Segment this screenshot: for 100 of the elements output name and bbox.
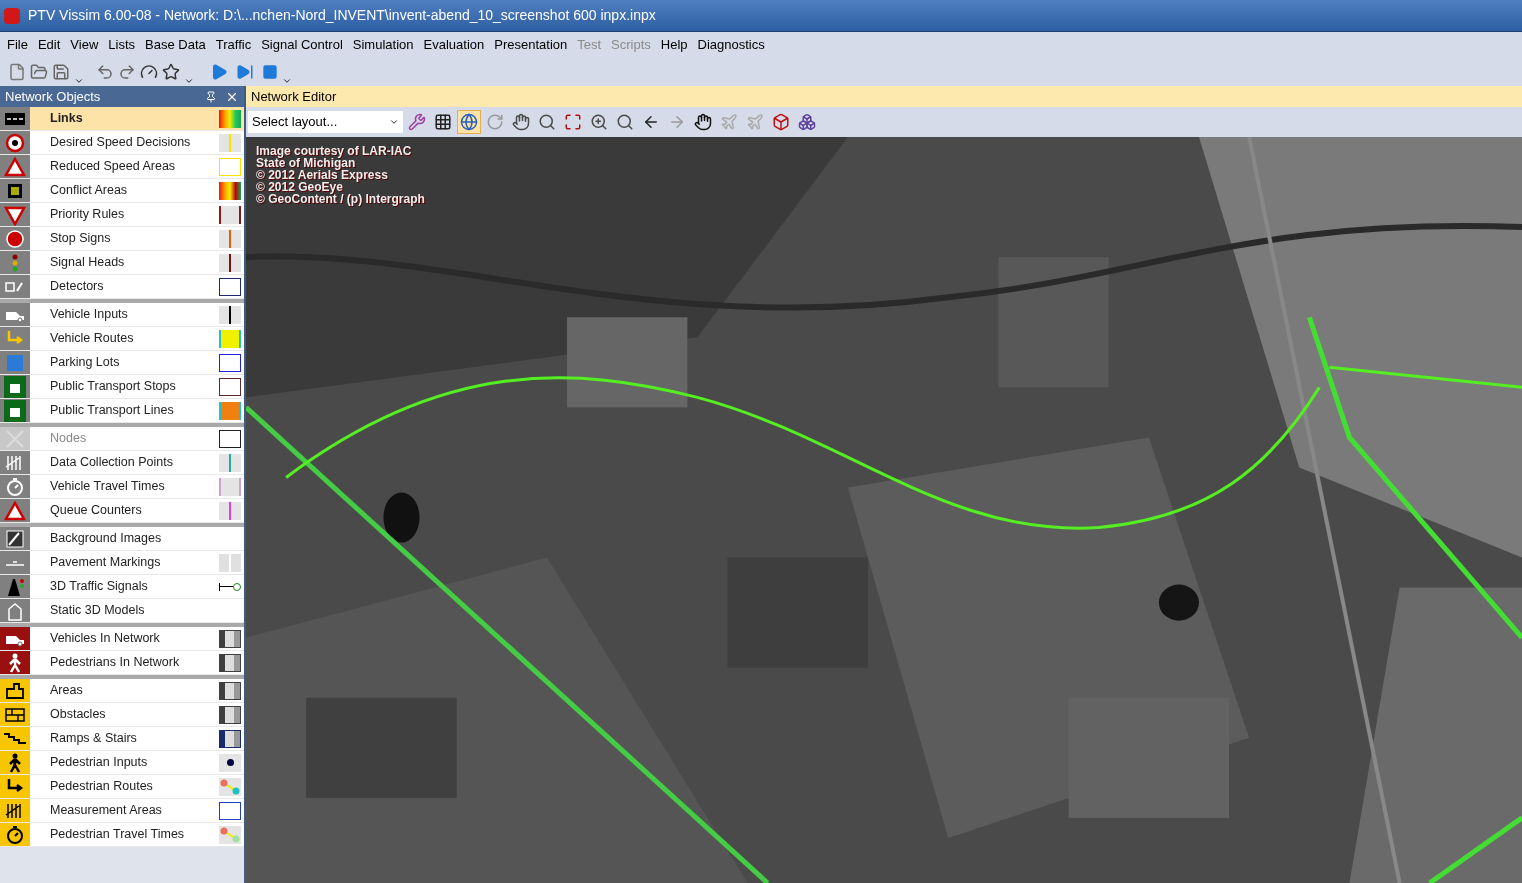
object-row[interactable]: Vehicle Inputs [0,303,244,327]
step-icon[interactable] [236,63,254,81]
style-swatch[interactable] [219,501,241,520]
style-swatch[interactable] [219,109,241,128]
style-swatch[interactable] [219,653,241,672]
object-row[interactable]: Pedestrian Travel Times [0,823,244,847]
dropdown-caret-icon[interactable] [389,117,399,127]
caret-icon[interactable] [184,76,194,86]
style-swatch[interactable] [219,253,241,272]
menu-item[interactable]: Diagnostics [692,32,770,58]
object-row[interactable]: Background Images [0,527,244,551]
style-swatch[interactable] [219,329,241,348]
wrench-icon[interactable] [408,113,426,131]
hand-icon[interactable] [694,113,712,131]
folder-icon[interactable] [30,63,48,81]
object-row[interactable]: Ramps & Stairs [0,727,244,751]
undo-icon[interactable] [96,63,114,81]
menu-item[interactable]: Lists [103,32,141,58]
redo-icon[interactable] [118,63,136,81]
menu-item[interactable]: File [2,32,33,58]
object-row[interactable]: Pedestrian Inputs [0,751,244,775]
object-row[interactable]: Data Collection Points [0,451,244,475]
style-swatch[interactable] [219,401,241,420]
globe-icon[interactable] [460,113,478,131]
menu-item[interactable]: Signal Control [256,32,348,58]
grid-icon[interactable] [434,113,452,131]
style-swatch[interactable] [219,825,241,844]
object-row[interactable]: Pedestrians In Network [0,651,244,675]
style-swatch[interactable] [219,753,241,772]
menu-item[interactable]: Traffic [210,32,257,58]
style-swatch[interactable] [219,353,241,372]
object-row[interactable]: Public Transport Lines [0,399,244,423]
attribution-text: State of Michigan [256,157,356,169]
object-label: Vehicle Routes [49,330,135,348]
menu-item[interactable]: Evaluation [418,32,490,58]
style-swatch[interactable] [219,277,241,296]
style-swatch[interactable] [219,801,241,820]
object-row[interactable]: Reduced Speed Areas [0,155,244,179]
house-icon [0,599,30,622]
style-swatch[interactable] [219,377,241,396]
object-row[interactable]: 3D Traffic Signals [0,575,244,599]
object-row[interactable]: Measurement Areas [0,799,244,823]
zoom-in-icon[interactable] [590,113,608,131]
style-swatch[interactable] [219,133,241,152]
style-swatch[interactable] [219,705,241,724]
style-swatch[interactable] [219,553,241,572]
object-row[interactable]: Areas [0,679,244,703]
object-row[interactable]: Links [0,107,244,131]
style-swatch[interactable] [219,453,241,472]
style-swatch[interactable] [219,681,241,700]
caret-icon[interactable] [74,76,84,86]
object-label: Priority Rules [49,206,126,224]
menu-item[interactable]: Simulation [347,32,419,58]
save-icon[interactable] [52,63,70,81]
style-swatch[interactable] [219,629,241,648]
play-icon[interactable] [210,63,228,81]
attribution-text: © GeoContent / (p) Intergraph [256,193,425,205]
style-swatch[interactable] [219,205,241,224]
new-file-icon[interactable] [8,63,26,81]
hand-icon[interactable] [512,113,530,131]
search-icon[interactable] [538,113,556,131]
object-row[interactable]: Vehicle Routes [0,327,244,351]
object-row[interactable]: Signal Heads [0,251,244,275]
3d-icon[interactable] [798,113,816,131]
style-swatch[interactable] [219,729,241,748]
zoom-all-icon[interactable] [564,113,582,131]
object-row[interactable]: Detectors [0,275,244,299]
caret-icon[interactable] [282,76,292,86]
style-swatch[interactable] [219,229,241,248]
menu-item[interactable]: Edit [32,32,66,58]
object-label: Reduced Speed Areas [49,158,177,176]
gauge-icon[interactable] [140,63,158,81]
tally-icon [0,451,30,474]
object-row[interactable]: Priority Rules [0,203,244,227]
object-row[interactable]: Pedestrian Routes [0,775,244,799]
object-row[interactable]: Queue Counters [0,499,244,523]
object-row[interactable]: Pavement Markings [0,551,244,575]
style-swatch[interactable] [219,477,241,496]
object-row[interactable]: Public Transport Stops [0,375,244,399]
zoom-out-icon[interactable] [616,113,634,131]
object-label: Nodes [49,430,88,448]
cube-icon[interactable] [772,113,790,131]
wall-icon [0,703,30,726]
object-row[interactable]: Static 3D Models [0,599,244,623]
object-row[interactable]: Obstacles [0,703,244,727]
pin-icon[interactable] [205,90,217,103]
object-row[interactable]: Vehicles In Network [0,627,244,651]
menu-item[interactable]: Base Data [140,32,211,58]
menu-item[interactable]: Presentation [489,32,573,58]
menu-item[interactable]: View [65,32,104,58]
stop-icon[interactable] [262,64,278,80]
object-row[interactable]: Conflict Areas [0,179,244,203]
style-swatch[interactable] [219,777,241,796]
object-row[interactable]: Parking Lots [0,351,244,375]
menu-item[interactable]: Help [655,32,693,58]
star-icon[interactable] [162,63,180,81]
style-swatch[interactable] [219,305,241,324]
layout-select[interactable]: Select layout... [248,111,403,133]
back-icon[interactable] [642,113,660,131]
style-swatch[interactable] [219,181,241,200]
